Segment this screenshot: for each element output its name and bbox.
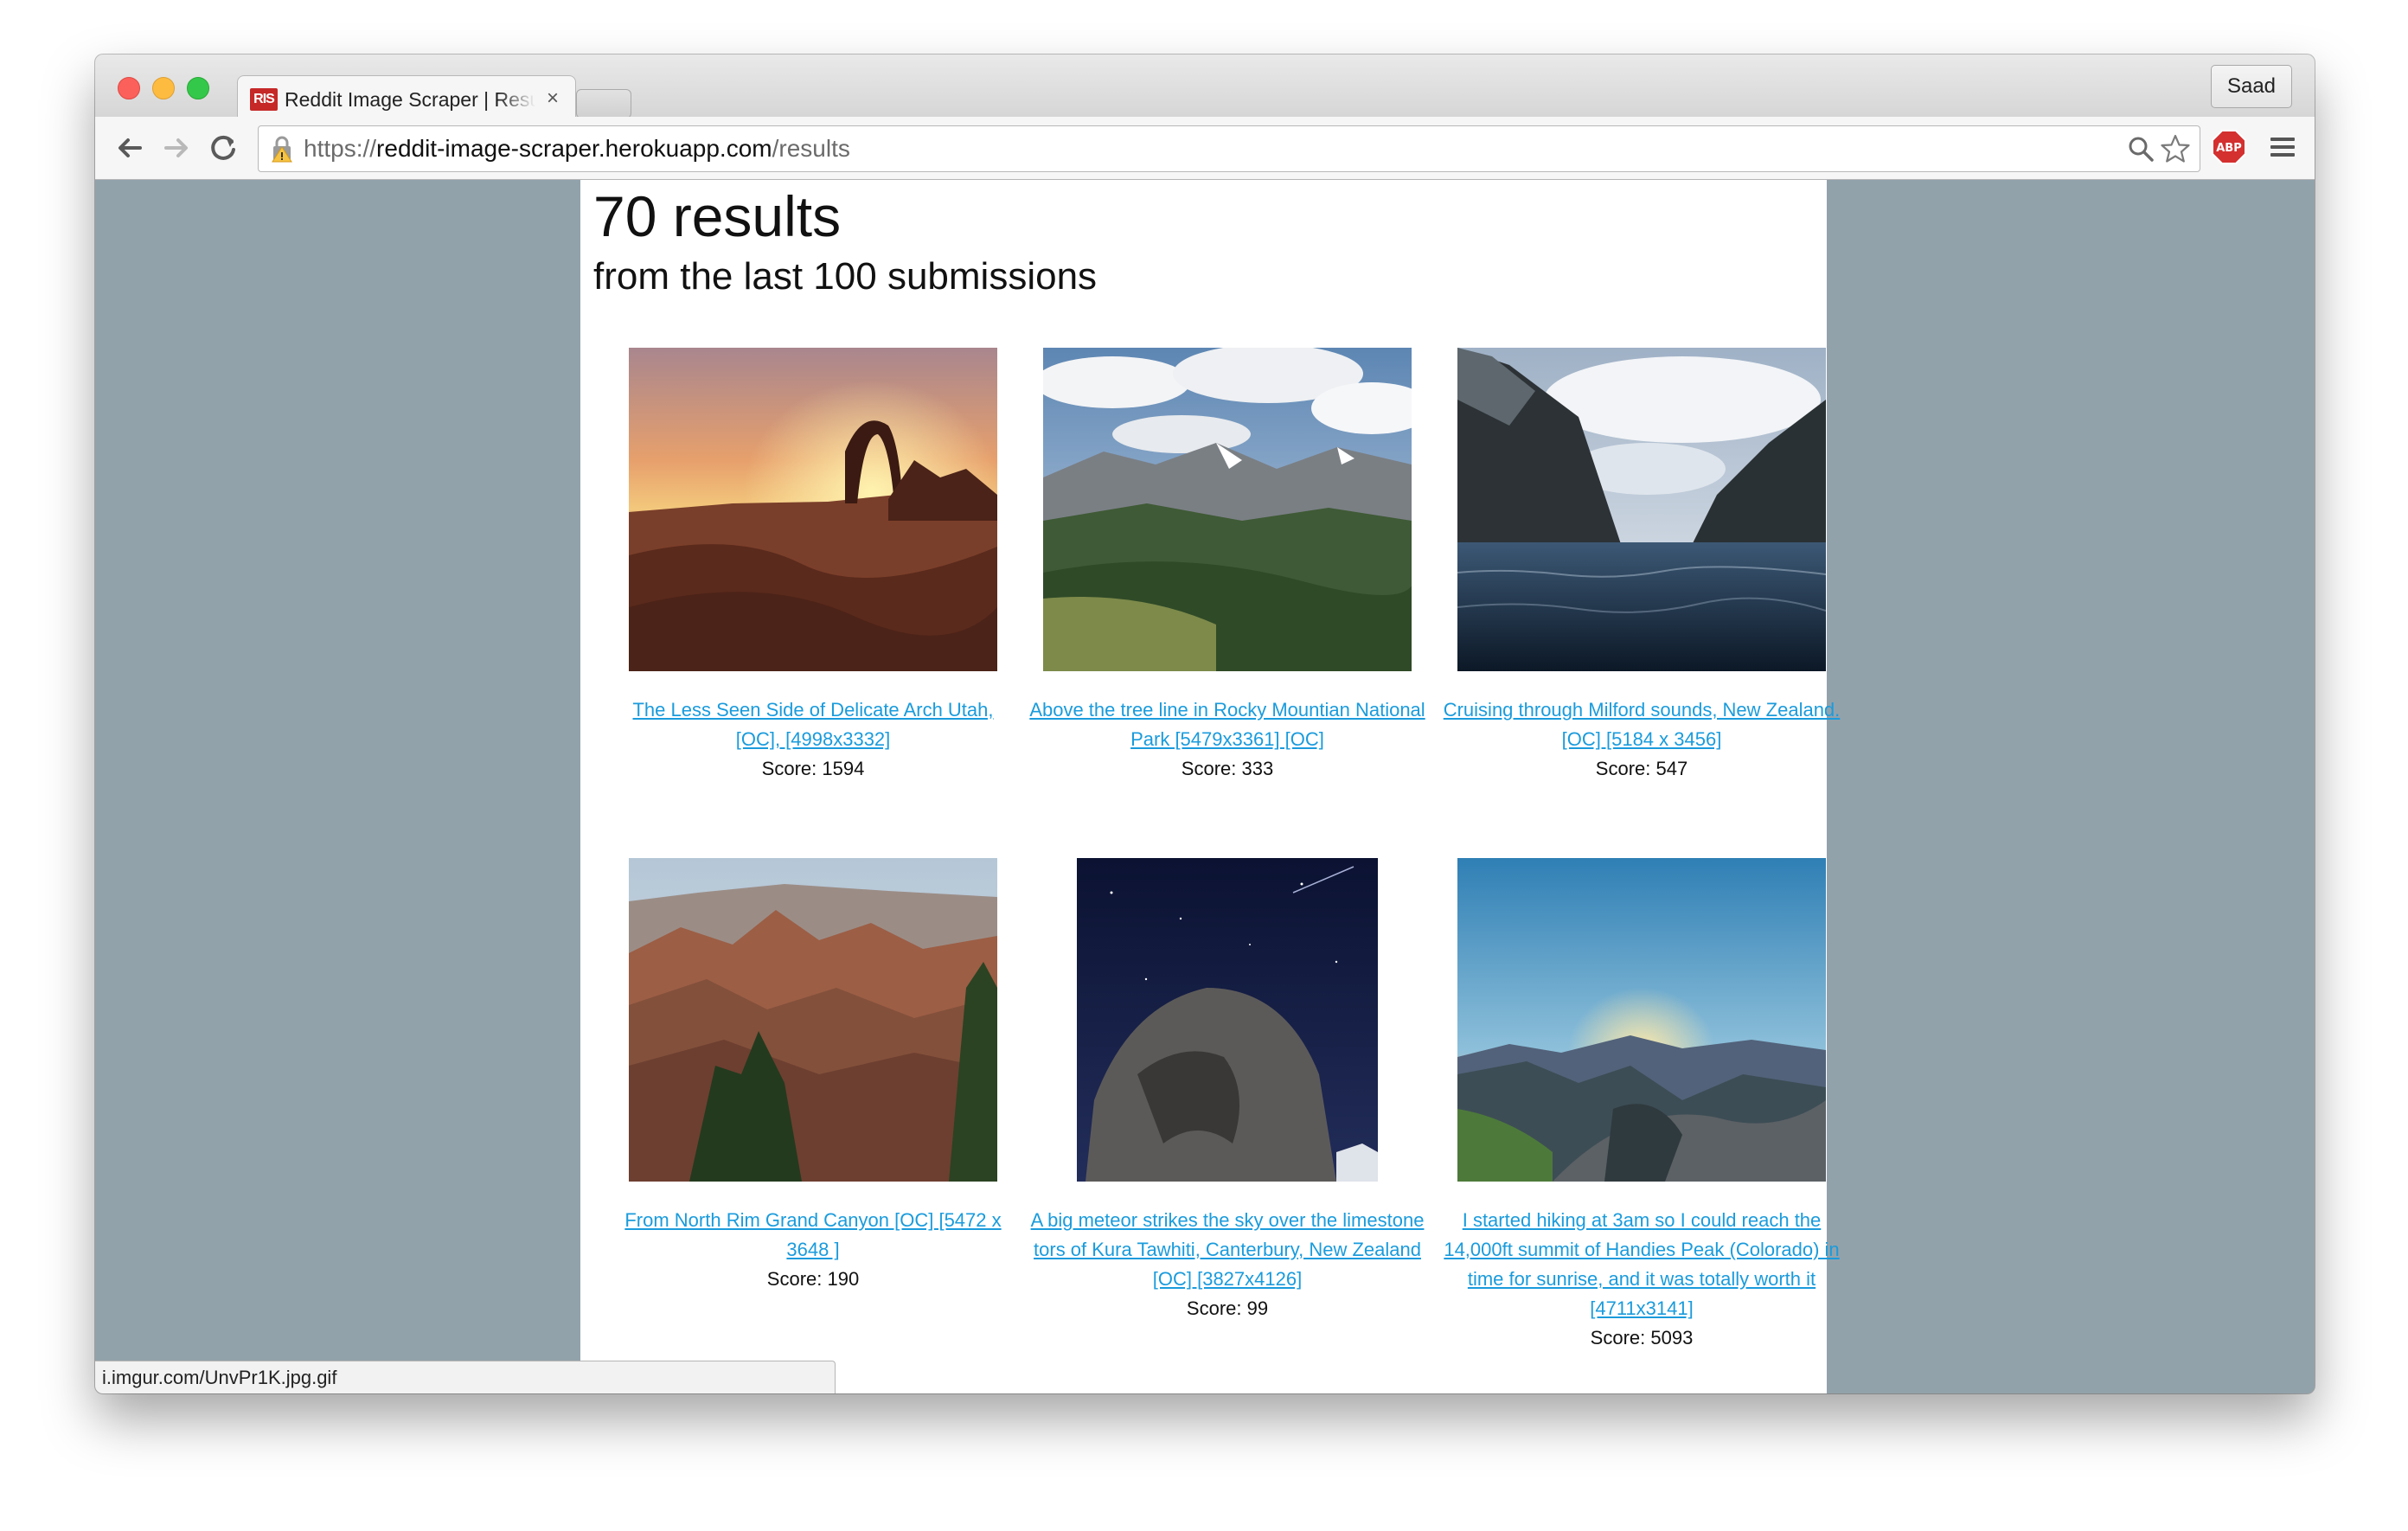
result-score: Score: 1594: [761, 758, 865, 779]
result-card: From North Rim Grand Canyon [OC] [5472 x…: [606, 858, 1020, 1294]
result-image[interactable]: [1457, 858, 1826, 1182]
new-tab-button[interactable]: [576, 89, 631, 119]
browser-toolbar: https://reddit-image-scraper.herokuapp.c…: [95, 117, 2315, 180]
url-scheme: https://: [304, 135, 377, 162]
result-image[interactable]: [629, 348, 997, 671]
result-image[interactable]: [1457, 348, 1826, 671]
browser-window: RIS Reddit Image Scraper | Results × Saa…: [95, 54, 2315, 1393]
forward-arrow-icon[interactable]: [157, 129, 195, 167]
result-score: Score: 190: [766, 1268, 860, 1290]
result-score: Score: 5093: [1590, 1327, 1694, 1348]
search-icon[interactable]: [2127, 135, 2155, 163]
window-minimize-button[interactable]: [152, 77, 175, 99]
result-image[interactable]: [629, 858, 997, 1182]
url-host: reddit-image-scraper.herokuapp.com: [376, 135, 772, 162]
result-link[interactable]: Cruising through Milford sounds, New Zea…: [1443, 695, 1841, 754]
result-link[interactable]: Above the tree line in Rocky Mountian Na…: [1028, 695, 1426, 754]
favicon-icon: RIS: [250, 88, 278, 111]
address-bar[interactable]: https://reddit-image-scraper.herokuapp.c…: [258, 125, 2200, 172]
profile-button[interactable]: Saad: [2211, 65, 2292, 108]
tab-close-icon[interactable]: ×: [542, 85, 563, 112]
results-subtitle: from the last 100 submissions: [593, 255, 1098, 298]
result-link[interactable]: The Less Seen Side of Delicate Arch Utah…: [614, 695, 1012, 754]
url-path: /results: [772, 135, 850, 162]
result-image[interactable]: [1077, 858, 1378, 1182]
window-close-button[interactable]: [118, 77, 140, 99]
back-arrow-icon[interactable]: [111, 129, 149, 167]
result-card: Cruising through Milford sounds, New Zea…: [1435, 348, 1848, 784]
result-score: Score: 99: [1186, 1297, 1269, 1319]
reload-icon[interactable]: [204, 129, 242, 167]
results-count-title: 70 results: [593, 184, 842, 248]
result-image[interactable]: [1043, 348, 1412, 671]
browser-tab[interactable]: RIS Reddit Image Scraper | Results ×: [237, 75, 576, 121]
result-card: A big meteor strikes the sky over the li…: [1021, 858, 1434, 1323]
result-link[interactable]: A big meteor strikes the sky over the li…: [1028, 1206, 1426, 1294]
result-card: I started hiking at 3am so I could reach…: [1435, 858, 1848, 1353]
status-bar-url: i.imgur.com/UnvPr1K.jpg.gif: [95, 1361, 836, 1393]
window-maximize-button[interactable]: [187, 77, 209, 99]
svg-text:ABP: ABP: [2216, 142, 2242, 155]
star-icon[interactable]: [2160, 133, 2191, 164]
results-content: 70 results from the last 100 submissions: [580, 180, 1840, 1393]
title-bar: RIS Reddit Image Scraper | Results × Saa…: [95, 54, 2315, 121]
lock-warning-icon: [272, 136, 292, 163]
page-viewport: 70 results from the last 100 submissions: [95, 180, 2315, 1393]
tab-title: Reddit Image Scraper | Results: [285, 88, 535, 111]
result-link[interactable]: From North Rim Grand Canyon [OC] [5472 x…: [614, 1206, 1012, 1265]
result-card: Above the tree line in Rocky Mountian Na…: [1021, 348, 1434, 784]
result-score: Score: 547: [1595, 758, 1688, 779]
hamburger-menu-icon[interactable]: [2268, 132, 2297, 162]
result-score: Score: 333: [1181, 758, 1274, 779]
result-card: The Less Seen Side of Delicate Arch Utah…: [606, 348, 1020, 784]
result-link[interactable]: I started hiking at 3am so I could reach…: [1443, 1206, 1841, 1323]
adblock-plus-icon[interactable]: ABP: [2211, 129, 2247, 165]
url-text: https://reddit-image-scraper.herokuapp.c…: [304, 126, 850, 171]
